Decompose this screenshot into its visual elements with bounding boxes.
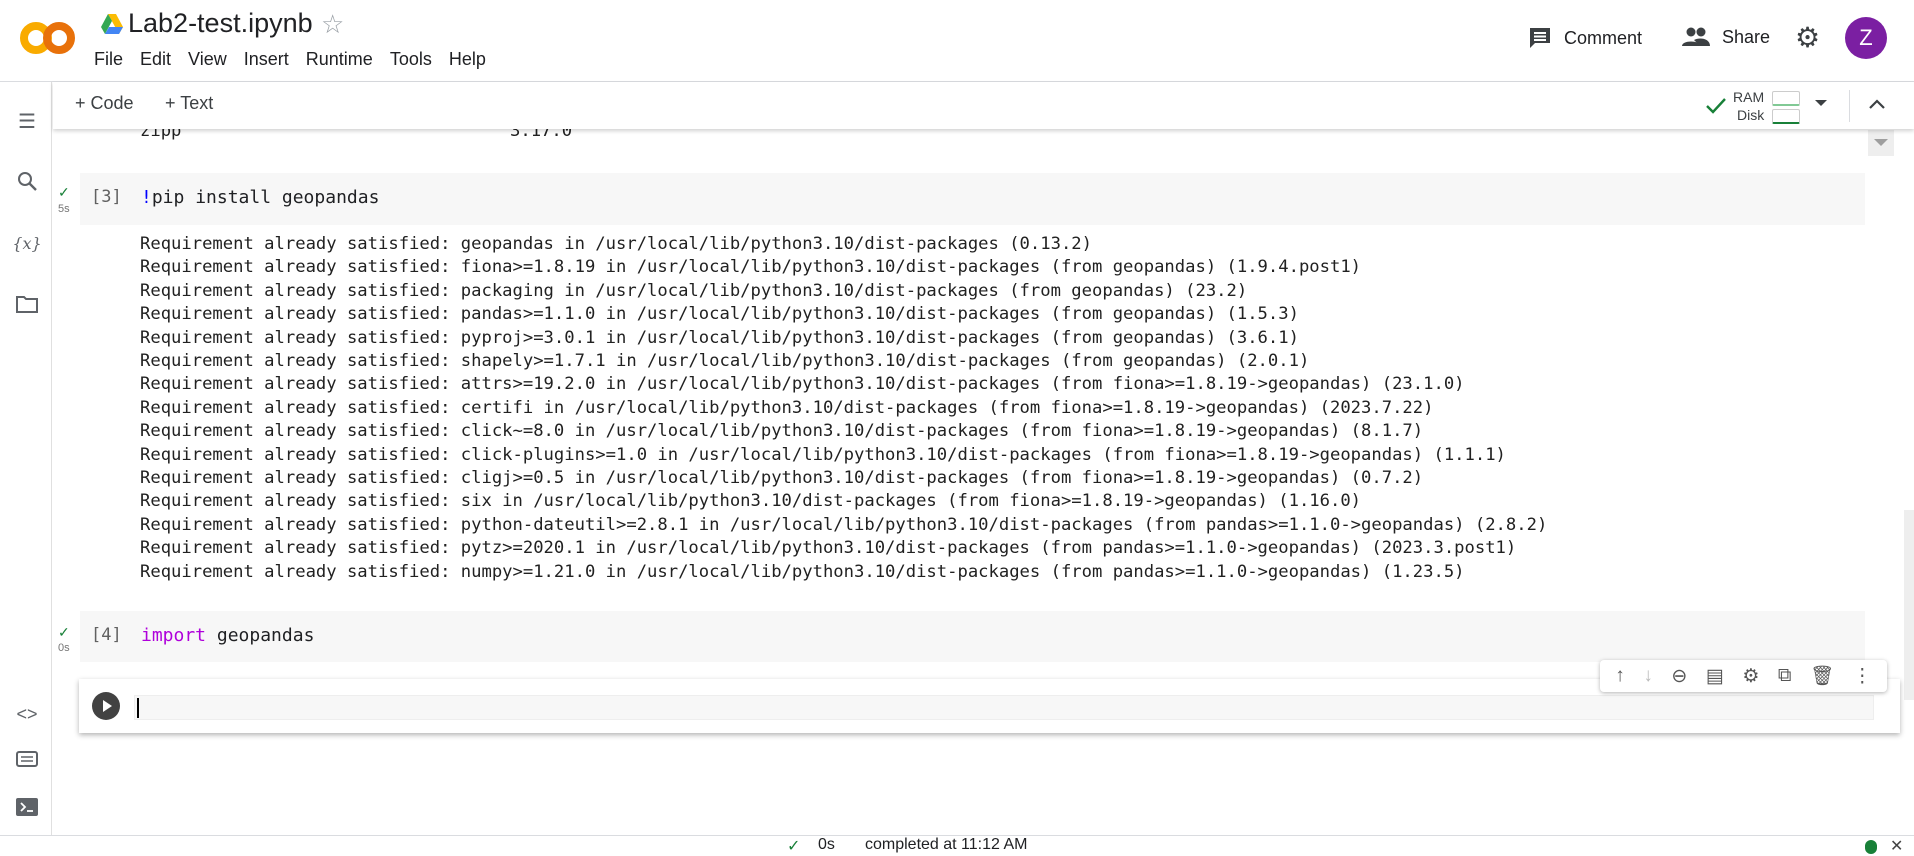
output-line: Requirement already satisfied: attrs>=19… — [140, 374, 1465, 395]
header: Lab2-test.ipynb ☆ File Edit View Insert Runt… — [0, 0, 1914, 82]
output-line: Requirement already satisfied: click-plu… — [140, 444, 1506, 465]
terminal-icon[interactable] — [13, 793, 41, 821]
comment-icon — [1530, 28, 1550, 48]
settings-gear-icon[interactable]: ⚙ — [1795, 21, 1820, 54]
share-button[interactable]: Share — [1682, 26, 1770, 48]
cell-success-check-icon: ✓ — [58, 184, 70, 200]
output-line: Requirement already satisfied: pyproj>=3… — [140, 327, 1299, 348]
play-icon — [103, 700, 112, 712]
status-bar: ✓ 0s completed at 11:12 AM ✕ — [0, 835, 1914, 856]
runtime-resources-button[interactable]: RAM Disk — [1705, 87, 1845, 125]
output-line: Requirement already satisfied: certifi i… — [140, 397, 1434, 418]
output-line: Requirement already satisfied: pandas>=1… — [140, 304, 1299, 325]
menu-file[interactable]: File — [94, 49, 123, 69]
code-bang: ! — [141, 187, 152, 208]
text-cursor — [137, 698, 139, 718]
output-line: Requirement already satisfied: python-da… — [140, 514, 1548, 535]
code-cell[interactable]: [3] !pip install geopandas — [80, 173, 1865, 225]
close-status-icon[interactable]: ✕ — [1890, 836, 1903, 856]
cell-settings-icon[interactable]: ⚙ — [1742, 665, 1759, 688]
output-line: Requirement already satisfied: six in /u… — [140, 491, 1362, 512]
menu-insert[interactable]: Insert — [244, 49, 289, 69]
ram-usage-bar — [1772, 91, 1800, 106]
share-label: Share — [1722, 26, 1771, 47]
execution-count: [4] — [91, 625, 122, 645]
cell-output: Requirement already satisfied: geopandas… — [140, 233, 1547, 584]
link-icon[interactable]: ⊖ — [1671, 665, 1687, 688]
code-text: pip install geopandas — [151, 187, 380, 208]
more-options-icon[interactable]: ⋮ — [1853, 665, 1872, 688]
cell-success-check-icon: ✓ — [58, 624, 70, 640]
execution-count: [3] — [91, 187, 122, 207]
connected-check-icon — [1706, 98, 1726, 114]
status-duration: 0s — [818, 836, 835, 853]
code-editor[interactable] — [134, 695, 1874, 720]
output-line: Requirement already satisfied: shapely>=… — [140, 351, 1310, 372]
menu-view[interactable]: View — [188, 49, 227, 69]
menu-runtime[interactable]: Runtime — [306, 49, 373, 69]
folder-icon[interactable] — [13, 290, 41, 318]
output-line: Requirement already satisfied: packaging… — [140, 280, 1248, 301]
divider — [1849, 90, 1850, 122]
mirror-cell-icon[interactable]: ⧉ — [1778, 665, 1792, 687]
delete-icon[interactable]: 🗑 — [1810, 664, 1834, 688]
scroll-down-button[interactable] — [1868, 130, 1894, 156]
variables-icon[interactable]: {x} — [12, 229, 41, 257]
ram-label: RAM — [1733, 89, 1765, 105]
cell-duration: 0s — [58, 642, 70, 654]
notebook-toolbar: + Code + Text RAM Disk — [53, 82, 1914, 129]
search-icon[interactable] — [13, 167, 41, 195]
move-up-icon[interactable]: ↑ — [1615, 665, 1625, 687]
left-sidebar: ☰ {x} <> — [0, 82, 52, 835]
connection-status-dot — [1865, 840, 1877, 854]
menu-help[interactable]: Help — [449, 49, 486, 69]
status-check-icon: ✓ — [787, 838, 801, 855]
code-keyword: import — [141, 625, 207, 646]
comment-label: Comment — [1564, 27, 1643, 48]
code-snippets-icon[interactable]: <> — [13, 700, 41, 728]
cell-duration: 5s — [58, 203, 70, 215]
output-line: Requirement already satisfied: fiona>=1.… — [140, 257, 1362, 278]
output-line: Requirement already satisfied: geopandas… — [140, 234, 1092, 254]
menu-edit[interactable]: Edit — [140, 49, 171, 69]
output-line: Requirement already satisfied: pytz>=202… — [140, 538, 1517, 559]
google-drive-icon[interactable] — [101, 14, 123, 34]
runtime-dropdown-icon[interactable] — [1815, 100, 1827, 106]
output-line: Requirement already satisfied: numpy>=1.… — [140, 561, 1465, 582]
move-down-icon[interactable]: ↓ — [1643, 665, 1653, 687]
output-line: Requirement already satisfied: click~=8.… — [140, 421, 1424, 442]
comment-icon[interactable]: ▤ — [1706, 665, 1724, 688]
avatar[interactable]: Z — [1845, 17, 1887, 59]
star-icon[interactable]: ☆ — [321, 9, 344, 40]
add-text-button[interactable]: + Text — [165, 93, 213, 114]
disk-label: Disk — [1737, 107, 1765, 123]
command-palette-icon[interactable] — [13, 745, 41, 773]
output-line: Requirement already satisfied: cligj>=0.… — [140, 468, 1424, 489]
people-icon — [1682, 27, 1710, 46]
run-cell-button[interactable] — [92, 692, 120, 720]
add-code-button[interactable]: + Code — [75, 93, 134, 114]
table-of-contents-icon[interactable]: ☰ — [13, 107, 41, 135]
colab-logo[interactable] — [20, 20, 76, 56]
notebook-title[interactable]: Lab2-test.ipynb — [128, 8, 313, 39]
status-text[interactable]: completed at 11:12 AM — [865, 836, 1027, 854]
menu-tools[interactable]: Tools — [390, 49, 432, 69]
scrollbar[interactable] — [1904, 510, 1914, 700]
collapse-chevron-up-icon[interactable] — [1868, 98, 1886, 110]
code-cell[interactable]: [4] import geopandas — [80, 611, 1865, 662]
comment-button[interactable]: Comment — [1528, 26, 1642, 50]
cell-toolbar: ↑ ↓ ⊖ ▤ ⚙ ⧉ 🗑 ⋮ — [1600, 660, 1887, 692]
code-text: geopandas — [206, 625, 315, 646]
disk-usage-bar — [1772, 109, 1800, 124]
